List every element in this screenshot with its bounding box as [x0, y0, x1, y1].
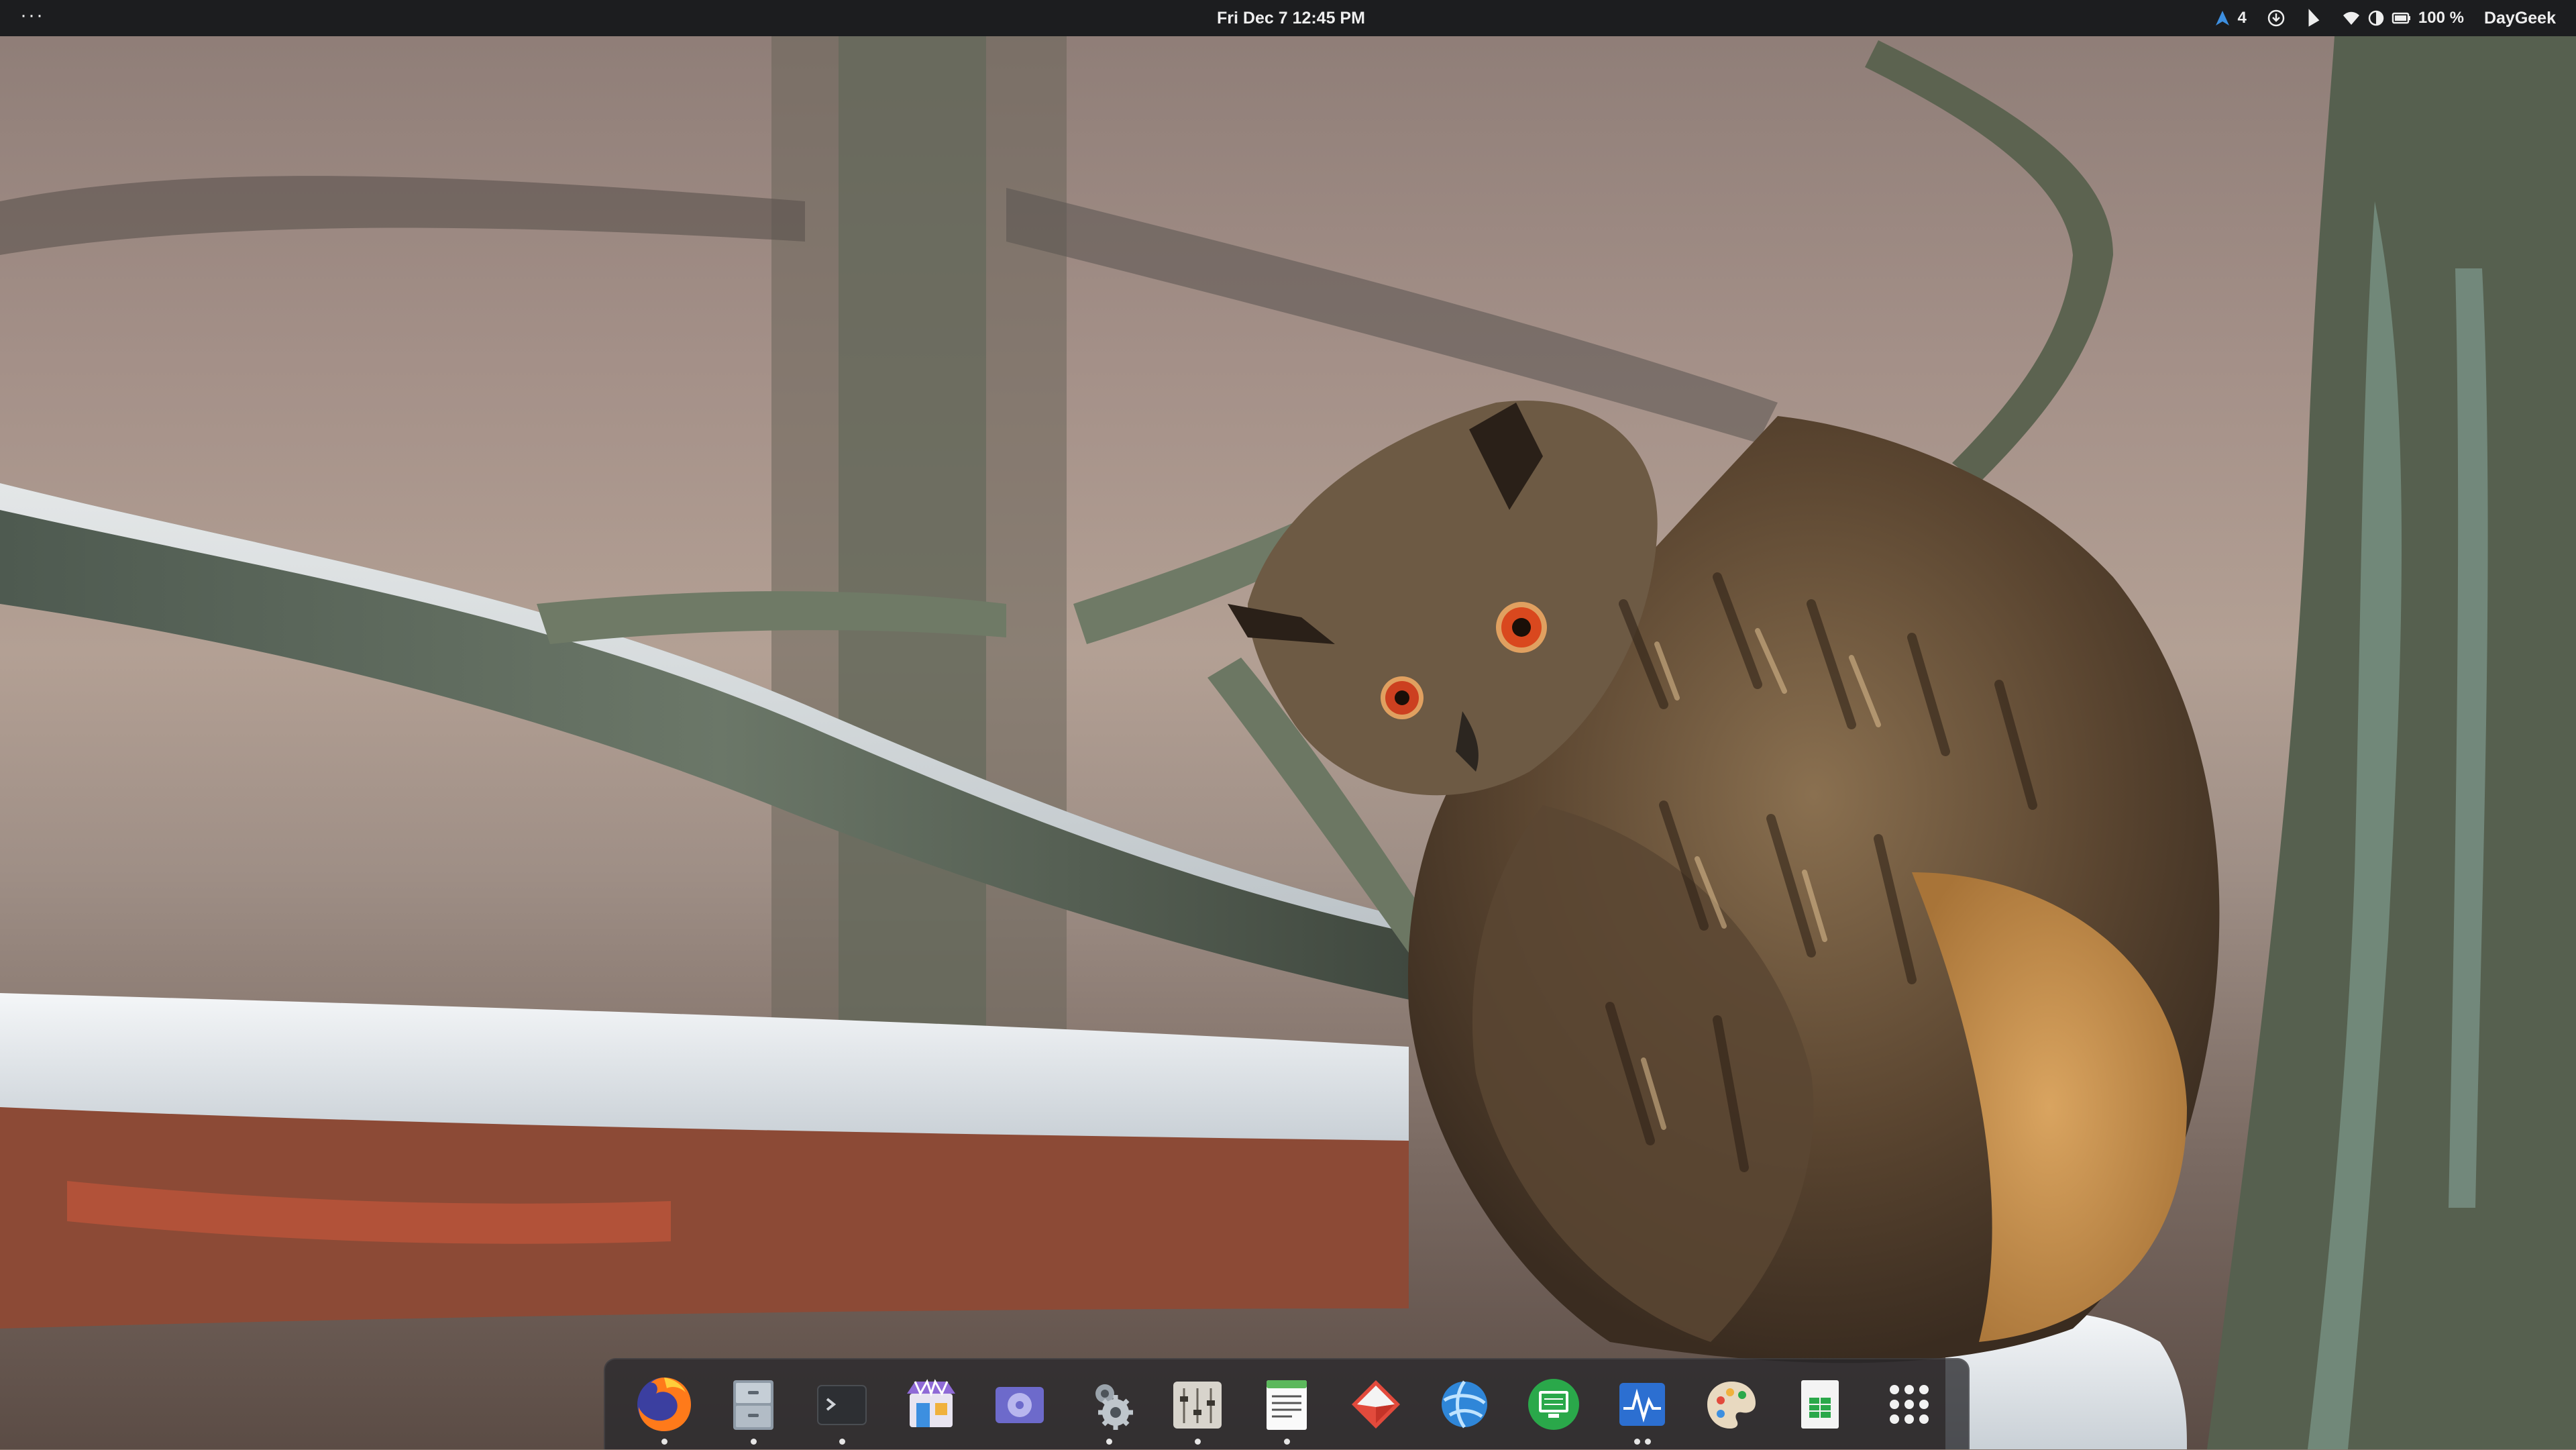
notifications-indicator[interactable]: 4	[2214, 9, 2247, 28]
dock-item-remote-desktop[interactable]	[1509, 1359, 1598, 1450]
dock-item-terminal[interactable]	[798, 1359, 887, 1450]
download-circle-icon	[2267, 9, 2285, 27]
dock-item-mixer[interactable]	[1153, 1359, 1242, 1450]
battery-percentage: 100 %	[2418, 9, 2464, 27]
bluetooth-indicator[interactable]	[2306, 9, 2322, 28]
notes-icon	[1266, 1380, 1307, 1430]
top-panel: ··· Fri Dec 7 12:45 PM 4 100 % DayGeek	[0, 0, 2576, 36]
calculator-diamond-icon	[1351, 1380, 1400, 1429]
dock-item-color-picker[interactable]	[1686, 1359, 1776, 1450]
dock-item-app-grid[interactable]	[1864, 1359, 1953, 1450]
dock-item-spreadsheet[interactable]	[1776, 1359, 1865, 1450]
dock-item-app-center[interactable]	[887, 1359, 976, 1450]
dock-item-files[interactable]	[709, 1359, 798, 1450]
running-indicator	[1195, 1439, 1201, 1445]
running-indicator	[1283, 1439, 1290, 1445]
store-icon	[906, 1379, 955, 1427]
desktop-wallpaper	[0, 0, 2576, 1449]
user-menu-button[interactable]: DayGeek	[2484, 9, 2556, 28]
running-indicator	[1645, 1439, 1652, 1445]
volume-icon	[2368, 10, 2384, 26]
system-tray: 4 100 % DayGeek	[2214, 0, 2556, 36]
files-cabinet-icon	[733, 1380, 773, 1430]
globe-arrow-icon	[1442, 1380, 1488, 1429]
activities-button[interactable]: ···	[20, 0, 44, 36]
running-indicator	[661, 1439, 668, 1445]
running-indicator	[1634, 1439, 1641, 1445]
dock-item-browser[interactable]	[1420, 1359, 1509, 1450]
date-time-button[interactable]: Fri Dec 7 12:45 PM	[1217, 0, 1365, 36]
running-indicator	[750, 1439, 757, 1445]
sliders-icon	[1173, 1382, 1222, 1429]
grid-dots-icon	[1889, 1385, 1929, 1424]
wallpaper-owl-scene	[0, 36, 2576, 1449]
gear-icon	[1095, 1384, 1133, 1430]
status-menu[interactable]: 100 %	[2342, 9, 2464, 28]
running-indicator	[839, 1439, 846, 1445]
terminal-icon	[817, 1385, 867, 1425]
more-dots-icon: ···	[20, 4, 44, 26]
notifications-count: 4	[2237, 9, 2247, 27]
dock-item-system-monitor[interactable]	[1598, 1359, 1687, 1450]
firefox-icon	[637, 1378, 692, 1431]
monitor-icon	[1527, 1379, 1579, 1430]
arrow-up-icon	[2215, 11, 2229, 25]
dock-item-firefox[interactable]	[620, 1359, 709, 1450]
battery-icon	[2392, 12, 2410, 24]
wifi-icon	[2343, 11, 2359, 25]
bluetooth-icon	[2308, 9, 2320, 27]
palette-icon	[1707, 1382, 1756, 1429]
dock-item-calculator[interactable]	[1331, 1359, 1420, 1450]
disk-icon	[996, 1387, 1044, 1423]
spreadsheet-icon	[1801, 1380, 1839, 1429]
dock-item-settings[interactable]	[1065, 1359, 1154, 1450]
running-indicator	[1106, 1439, 1112, 1445]
updates-indicator[interactable]	[2267, 9, 2286, 28]
dock-item-disks[interactable]	[975, 1359, 1065, 1450]
pulse-icon	[1619, 1383, 1666, 1426]
dock-item-text-editor[interactable]	[1242, 1359, 1332, 1450]
dock	[604, 1358, 1970, 1449]
